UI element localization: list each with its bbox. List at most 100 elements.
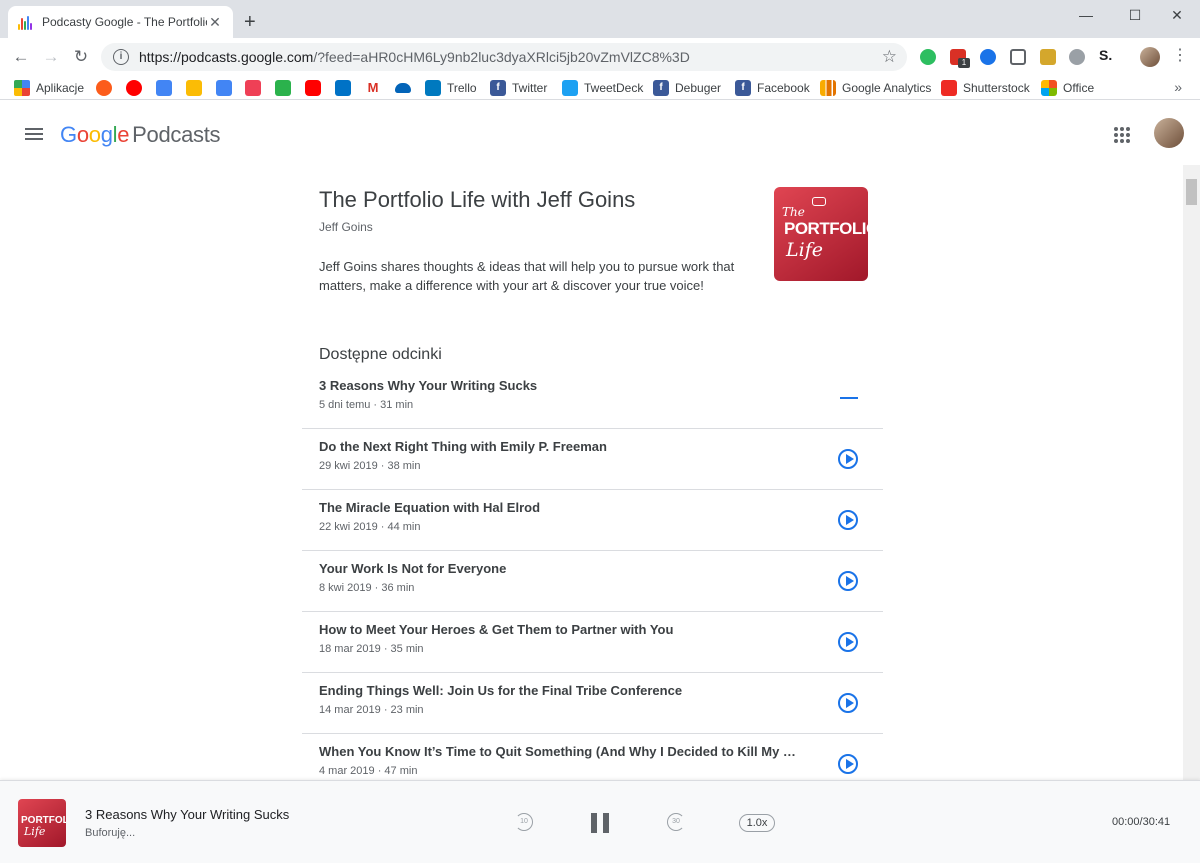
episode-title[interactable]: How to Meet Your Heroes & Get Them to Pa…: [319, 622, 673, 637]
play-icon[interactable]: [838, 632, 858, 652]
youtube-music-icon: [126, 80, 142, 96]
bookmark-gmail[interactable]: M: [365, 79, 381, 97]
bookmark-label: Facebook: [757, 81, 810, 95]
bookmark-label: Twitter: [512, 81, 548, 95]
shelf-extension-icon[interactable]: [1040, 49, 1056, 65]
bookmark-shutterstock[interactable]: Shutterstock: [941, 79, 1030, 97]
adblock-extension-icon[interactable]: [1069, 49, 1085, 65]
episode-meta: 14 mar 2019 · 23 min: [319, 704, 424, 716]
profile-avatar-icon[interactable]: [1140, 47, 1160, 67]
podcast-cover-art: The PORTFOLIO Life: [774, 187, 868, 281]
pause-button[interactable]: [591, 813, 609, 833]
onedrive-icon: [395, 83, 411, 93]
episode-meta: 22 kwi 2019 · 44 min: [319, 521, 421, 533]
menu-kebab-icon[interactable]: ⋮: [1172, 48, 1188, 64]
bookmark-onedrive[interactable]: [395, 79, 411, 97]
episode-meta: 8 kwi 2019 · 36 min: [319, 582, 415, 594]
bookmark-calendar[interactable]: [156, 79, 172, 97]
play-icon[interactable]: [838, 754, 858, 774]
translate-extension-icon[interactable]: [980, 49, 996, 65]
episode-title[interactable]: When You Know It’s Time to Quit Somethin…: [319, 744, 799, 759]
bookmark-music[interactable]: [96, 79, 112, 97]
episode-row[interactable]: Do the Next Right Thing with Emily P. Fr…: [302, 429, 883, 490]
forward-30-icon[interactable]: 30: [667, 813, 685, 831]
window-close-icon[interactable]: ✕: [1154, 0, 1200, 30]
address-bar[interactable]: i https://podcasts.google.com/?feed=aHR0…: [101, 43, 907, 71]
scrollbar-thumb[interactable]: [1186, 179, 1197, 205]
player-bar: PORTFOLIO Life 3 Reasons Why Your Writin…: [0, 780, 1200, 863]
play-icon[interactable]: [838, 510, 858, 530]
browser-tabstrip: Podcasty Google - The Portfolio L ✕ + — …: [0, 0, 1200, 38]
docs-icon: [216, 80, 232, 96]
episode-meta: 18 mar 2019 · 35 min: [319, 643, 424, 655]
episode-row[interactable]: 3 Reasons Why Your Writing Sucks 5 dni t…: [302, 368, 883, 429]
bookmarks-bar: Aplikacje M Trello f Twitter TweetDeck fD…: [0, 76, 1200, 100]
episode-title[interactable]: The Miracle Equation with Hal Elrod: [319, 500, 540, 515]
pocket-extension-icon[interactable]: [1010, 49, 1026, 65]
keep-icon: [186, 80, 202, 96]
rewind-10-icon[interactable]: 10: [515, 813, 533, 831]
play-icon[interactable]: [838, 693, 858, 713]
maximize-icon[interactable]: ☐: [1112, 0, 1158, 30]
play-icon[interactable]: [838, 571, 858, 591]
extension-badge: 1: [958, 58, 970, 68]
forward-icon[interactable]: →: [41, 47, 61, 67]
minimize-icon[interactable]: —: [1063, 0, 1109, 30]
bookmark-label: Trello: [447, 81, 477, 95]
bookmark-facebook[interactable]: f Facebook: [735, 79, 810, 97]
google-apps-icon[interactable]: [1114, 127, 1130, 143]
google-podcasts-logo[interactable]: Google Podcasts: [60, 122, 221, 148]
bookmark-office[interactable]: Office: [1041, 79, 1094, 97]
bookmark-trello[interactable]: Trello: [425, 79, 477, 97]
episode-row[interactable]: The Miracle Equation with Hal Elrod 22 k…: [302, 490, 883, 551]
episode-row[interactable]: Your Work Is Not for Everyone 8 kwi 2019…: [302, 551, 883, 612]
play-icon[interactable]: [838, 449, 858, 469]
tab-title: Podcasty Google - The Portfolio L: [42, 15, 207, 29]
bookmarks-more-icon[interactable]: »: [1174, 79, 1182, 95]
reload-icon[interactable]: ↻: [71, 47, 91, 67]
bookmark-twitter[interactable]: f Twitter: [490, 79, 547, 97]
bookmark-google-analytics[interactable]: Google Analytics: [820, 79, 931, 97]
bookmark-tweetdeck[interactable]: TweetDeck: [562, 79, 643, 97]
podcast-author: Jeff Goins: [319, 220, 373, 234]
bookmark-pocket[interactable]: [245, 79, 261, 97]
s-extension-icon[interactable]: S.: [1099, 47, 1115, 63]
episode-row[interactable]: Ending Things Well: Join Us for the Fina…: [302, 673, 883, 734]
playback-speed-button[interactable]: 1.0x: [739, 814, 775, 832]
episode-title[interactable]: Your Work Is Not for Everyone: [319, 561, 506, 576]
player-status: Buforuję...: [85, 827, 136, 839]
bookmark-debuger[interactable]: f Debuger: [653, 79, 721, 97]
office-icon: [1041, 80, 1057, 96]
google-podcasts-favicon-icon: [18, 14, 34, 30]
bookmark-youtube-music[interactable]: [126, 79, 142, 97]
player-episode-title: 3 Reasons Why Your Writing Sucks: [85, 807, 290, 822]
bookmark-keep[interactable]: [186, 79, 202, 97]
new-tab-icon[interactable]: +: [244, 12, 256, 32]
analytics-icon: [820, 80, 836, 96]
bookmark-label: Google Analytics: [842, 81, 932, 95]
bookmark-youtube[interactable]: [305, 79, 321, 97]
player-cover-art: PORTFOLIO Life: [18, 799, 66, 847]
bookmark-feedly[interactable]: [275, 79, 291, 97]
bookmark-label: Aplikacje: [36, 81, 85, 95]
evernote-extension-icon[interactable]: [920, 49, 936, 65]
browser-tab[interactable]: Podcasty Google - The Portfolio L ✕: [8, 6, 233, 38]
menu-icon[interactable]: [25, 128, 43, 140]
bookmark-star-icon[interactable]: ☆: [882, 47, 897, 67]
tweetdeck-icon: [562, 80, 578, 96]
bookmark-outlook[interactable]: [335, 79, 351, 97]
bookmark-apps[interactable]: Aplikacje: [14, 79, 84, 97]
bookmark-label: Debuger: [675, 81, 722, 95]
account-avatar[interactable]: [1154, 118, 1184, 148]
bookmark-docs[interactable]: [216, 79, 232, 97]
facebook-icon: f: [490, 80, 506, 96]
pocket-icon: [245, 80, 261, 96]
tab-close-icon[interactable]: ✕: [207, 14, 223, 31]
episode-title[interactable]: 3 Reasons Why Your Writing Sucks: [319, 378, 537, 393]
episode-title[interactable]: Ending Things Well: Join Us for the Fina…: [319, 683, 682, 698]
episode-title[interactable]: Do the Next Right Thing with Emily P. Fr…: [319, 439, 607, 454]
back-icon[interactable]: ←: [11, 47, 31, 67]
site-info-icon[interactable]: i: [113, 49, 129, 65]
page-scrollbar[interactable]: [1183, 165, 1200, 780]
episode-row[interactable]: How to Meet Your Heroes & Get Them to Pa…: [302, 612, 883, 673]
